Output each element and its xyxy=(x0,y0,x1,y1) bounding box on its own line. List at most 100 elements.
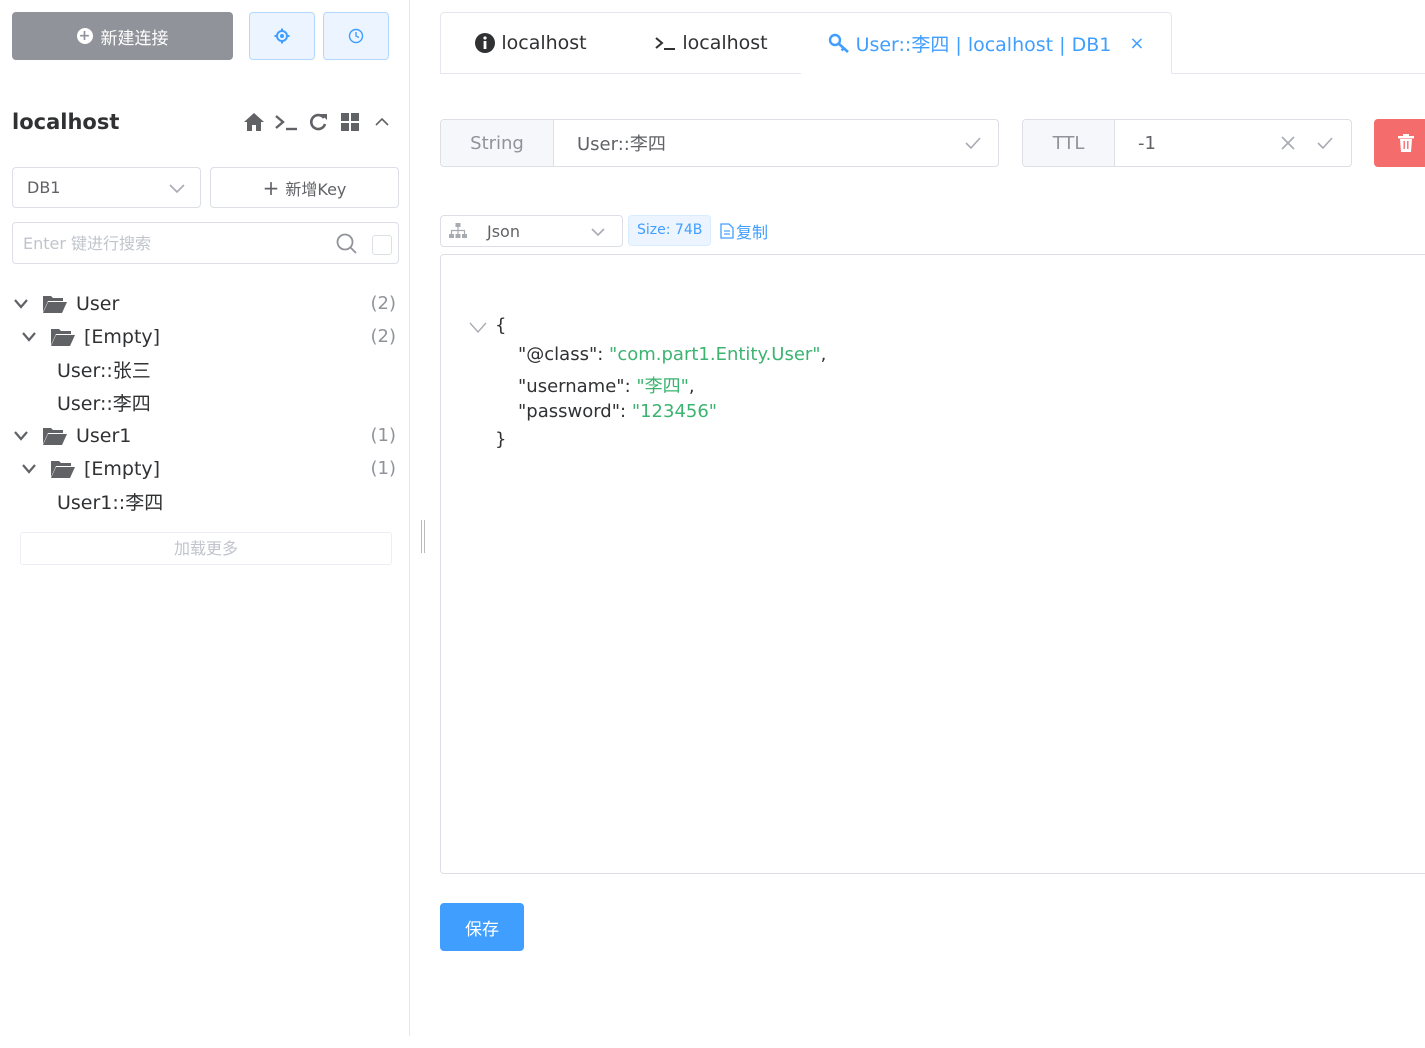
format-select[interactable]: Json xyxy=(440,215,623,247)
tab-label: localhost xyxy=(501,32,587,54)
copy-label: 复制 xyxy=(736,223,769,242)
json-key: "username" xyxy=(518,376,625,397)
json-line: "password": "123456" xyxy=(518,401,718,422)
tree-key-item[interactable]: User1::李四 xyxy=(57,485,397,518)
tree-key-item[interactable]: User::李四 xyxy=(57,386,397,419)
tab-bar: localhost localhost User::李四 | localhost… xyxy=(440,12,1425,74)
tab-label: localhost xyxy=(682,32,768,54)
folder-open-icon xyxy=(50,327,76,347)
key-search-box xyxy=(12,222,399,264)
close-icon[interactable]: × xyxy=(1129,33,1144,54)
chevron-down-icon xyxy=(169,183,185,193)
new-connection-label: 新建连接 xyxy=(100,28,169,49)
app-root: + 新建连接 localhost DB1 + 新增Key Enter 键进行搜索… xyxy=(0,0,1425,1048)
db-select-value: DB1 xyxy=(27,178,61,197)
copy-button[interactable]: 复制 xyxy=(720,219,768,243)
tree-label: User1 xyxy=(76,424,132,447)
tab-connection-info[interactable]: localhost xyxy=(440,12,622,74)
sidebar: + 新建连接 localhost DB1 + 新增Key Enter 键进行搜索… xyxy=(0,0,410,1036)
plus-circle-icon: + xyxy=(76,28,93,44)
load-more-button[interactable]: 加载更多 xyxy=(20,532,392,565)
tree-label: [Empty] xyxy=(84,325,161,348)
home-icon[interactable] xyxy=(242,110,266,134)
chevron-up-icon[interactable] xyxy=(370,110,394,134)
tree-folder-user[interactable]: User (2) xyxy=(12,287,400,320)
key-name-group: String User::李四 xyxy=(440,119,999,167)
tree-count: (2) xyxy=(370,293,397,314)
check-icon[interactable] xyxy=(1316,134,1334,156)
document-icon xyxy=(720,223,734,239)
tree-key-item[interactable]: User::张三 xyxy=(57,353,397,386)
fold-chevron-icon[interactable] xyxy=(469,319,487,340)
json-value: "123456" xyxy=(631,401,718,422)
chevron-down-icon[interactable] xyxy=(20,463,38,474)
size-badge: Size: 74B xyxy=(628,215,712,246)
connection-toolbar xyxy=(242,110,394,134)
json-comma: , xyxy=(820,344,827,365)
tree-label: User::李四 xyxy=(57,393,151,415)
connection-name: localhost xyxy=(12,110,120,134)
new-connection-button[interactable]: + 新建连接 xyxy=(12,12,233,60)
exact-search-checkbox[interactable] xyxy=(372,235,392,255)
json-line: "@class": "com.part1.Entity.User", xyxy=(518,344,827,365)
json-value: "com.part1.Entity.User" xyxy=(609,344,821,365)
json-open-brace: { xyxy=(495,315,507,336)
save-button[interactable]: 保存 xyxy=(440,903,524,951)
terminal-icon[interactable] xyxy=(274,110,298,134)
tree-label: User xyxy=(76,292,120,315)
json-key: "@class" xyxy=(518,344,598,365)
tree-count: (1) xyxy=(370,425,397,446)
history-button[interactable] xyxy=(323,12,389,60)
trash-icon xyxy=(1398,134,1414,152)
info-icon xyxy=(475,33,496,53)
settings-button[interactable] xyxy=(249,12,315,60)
sidebar-resize-handle[interactable] xyxy=(421,520,429,553)
json-value: "李四" xyxy=(636,376,689,397)
tree-label: User1::李四 xyxy=(57,492,164,514)
ttl-group: TTL -1 xyxy=(1022,119,1352,167)
key-type-label: String xyxy=(441,120,554,166)
tree-label: [Empty] xyxy=(84,457,161,480)
tree-count: (2) xyxy=(370,326,397,347)
sitemap-icon xyxy=(449,223,467,239)
gear-icon xyxy=(274,28,290,44)
json-close-brace: } xyxy=(495,429,507,450)
key-icon xyxy=(828,33,849,53)
add-key-label: 新增Key xyxy=(285,179,347,199)
key-name-input[interactable]: User::李四 xyxy=(577,120,666,166)
clock-icon xyxy=(348,28,364,44)
refresh-icon[interactable] xyxy=(306,110,330,134)
tree-count: (1) xyxy=(370,458,397,479)
json-key: "password" xyxy=(518,401,621,422)
folder-open-icon xyxy=(42,294,68,314)
tab-connection-cli[interactable]: localhost xyxy=(621,12,802,74)
tab-key-detail[interactable]: User::李四 | localhost | DB1 × xyxy=(801,12,1172,74)
tree-folder-empty[interactable]: [Empty] (1) xyxy=(12,452,400,485)
tree-label: User::张三 xyxy=(57,360,151,382)
grid-icon[interactable] xyxy=(338,110,362,134)
db-select[interactable]: DB1 xyxy=(12,167,201,208)
ttl-label: TTL xyxy=(1023,120,1115,166)
tree-folder-empty[interactable]: [Empty] (2) xyxy=(12,320,400,353)
chevron-down-icon xyxy=(590,224,606,244)
clear-icon[interactable] xyxy=(1279,134,1297,156)
format-select-value: Json xyxy=(487,221,520,241)
search-icon[interactable] xyxy=(336,233,358,259)
ttl-input[interactable]: -1 xyxy=(1138,120,1156,166)
json-editor[interactable]: { "@class": "com.part1.Entity.User", "us… xyxy=(440,254,1425,874)
terminal-icon xyxy=(655,37,676,50)
tree-folder-user1[interactable]: User1 (1) xyxy=(12,419,400,452)
json-line: "username": "李四", xyxy=(518,376,695,397)
json-comma: , xyxy=(688,376,695,397)
plus-icon: + xyxy=(262,175,280,200)
check-icon[interactable] xyxy=(964,134,982,156)
folder-open-icon xyxy=(42,426,68,446)
folder-open-icon xyxy=(50,459,76,479)
tab-label: User::李四 | localhost | DB1 xyxy=(855,33,1112,56)
key-search-input[interactable] xyxy=(23,231,333,255)
add-key-button[interactable]: + 新增Key xyxy=(210,167,399,208)
chevron-down-icon[interactable] xyxy=(20,331,38,342)
delete-key-button[interactable] xyxy=(1374,119,1425,167)
chevron-down-icon[interactable] xyxy=(12,430,30,441)
chevron-down-icon[interactable] xyxy=(12,298,30,309)
